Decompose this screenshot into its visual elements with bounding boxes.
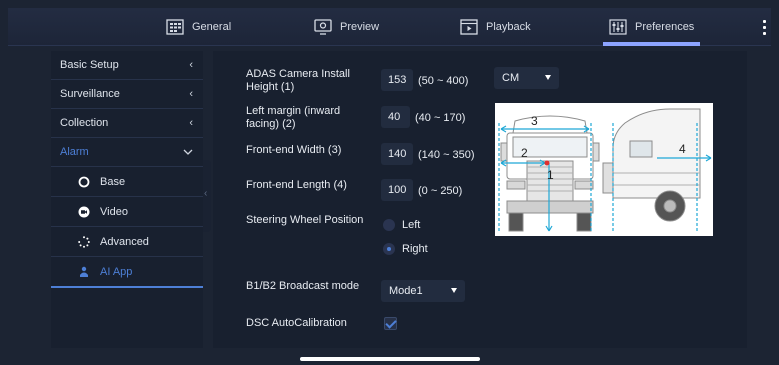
- circle-icon: [78, 176, 90, 188]
- sidebar-item-basic-setup[interactable]: Basic Setup ‹: [51, 51, 203, 80]
- chevron-left-icon: ‹: [189, 117, 193, 129]
- sidebar-item-label: Collection: [60, 117, 109, 129]
- dropdown-arrow-icon: [451, 288, 457, 293]
- front-width-label: Front-end Width (3): [246, 144, 342, 156]
- dropdown-arrow-icon: [545, 75, 551, 80]
- sidebar-subitem-label: Advanced: [100, 235, 149, 248]
- radio-label: Right: [402, 243, 428, 255]
- steering-left-radio[interactable]: Left: [383, 219, 420, 231]
- sidebar-item-label: Alarm: [60, 146, 89, 158]
- radio-dot-icon: [383, 219, 395, 231]
- sidebar-subitem-label: AI App: [100, 265, 133, 278]
- unit-select-value: CM: [502, 72, 520, 84]
- radio-dot-icon: [383, 243, 395, 255]
- camera-height-label: ADAS Camera Install Height (1): [246, 68, 350, 93]
- steering-label: Steering Wheel Position: [246, 214, 364, 226]
- broadcast-select-value: Mode1: [389, 285, 423, 297]
- diagram-label-4: 4: [679, 142, 686, 156]
- grid-icon: [166, 19, 184, 35]
- video-icon: [78, 206, 90, 218]
- tab-preferences-label: Preferences: [635, 21, 695, 33]
- tab-preview-label: Preview: [340, 21, 380, 33]
- sidebar-collapse-handle[interactable]: ‹: [203, 160, 211, 232]
- unit-select[interactable]: CM: [494, 67, 559, 89]
- sliders-icon: [609, 19, 627, 35]
- dsc-checkbox[interactable]: [384, 317, 397, 330]
- people-icon: [78, 266, 90, 278]
- sidebar: Basic Setup ‹ Surveillance ‹ Collection …: [51, 51, 203, 348]
- sidebar-subitem-label: Base: [100, 175, 126, 188]
- camera-height-range: (50 ~ 400): [418, 75, 469, 87]
- dsc-label: DSC AutoCalibration: [246, 317, 347, 329]
- front-length-label: Front-end Length (4): [246, 179, 347, 191]
- tab-playback-label: Playback: [486, 21, 531, 33]
- chevron-left-icon: ‹: [204, 188, 208, 199]
- sidebar-subitem-video[interactable]: Video: [51, 197, 203, 227]
- left-margin-label: Left margin (inward facing) (2): [246, 105, 341, 130]
- tab-playback[interactable]: Playback: [460, 8, 531, 46]
- radio-label: Left: [402, 219, 421, 231]
- tab-general[interactable]: General: [166, 8, 231, 46]
- spinner-icon: [78, 235, 90, 248]
- top-nav-bar: General Preview Playback Preferences: [8, 8, 771, 46]
- left-margin-input[interactable]: 40: [381, 106, 410, 128]
- sidebar-item-alarm[interactable]: Alarm: [51, 138, 203, 167]
- sidebar-subitem-ai-app[interactable]: AI App: [51, 257, 203, 288]
- sidebar-subitem-base[interactable]: Base: [51, 167, 203, 197]
- truck-dimension-diagram: 3 2 1 4: [495, 103, 713, 236]
- monitor-icon: [314, 19, 332, 35]
- home-indicator: [300, 357, 480, 361]
- camera-height-input[interactable]: 153: [381, 69, 413, 91]
- steering-right-radio[interactable]: Right: [383, 243, 428, 255]
- front-width-input[interactable]: 140: [381, 143, 413, 165]
- sidebar-item-surveillance[interactable]: Surveillance ‹: [51, 80, 203, 109]
- settings-panel: ADAS Camera Install Height (1) 153 (50 ~…: [213, 51, 747, 348]
- front-width-range: (140 ~ 350): [418, 149, 475, 161]
- chevron-left-icon: ‹: [189, 59, 193, 71]
- diagram-label-2: 2: [521, 146, 528, 160]
- sidebar-item-label: Surveillance: [60, 88, 120, 100]
- tab-general-label: General: [192, 21, 232, 33]
- sidebar-item-label: Basic Setup: [60, 59, 119, 71]
- diagram-label-3: 3: [531, 114, 538, 128]
- sidebar-subitem-advanced[interactable]: Advanced: [51, 227, 203, 257]
- broadcast-select[interactable]: Mode1: [381, 280, 465, 302]
- chevron-down-icon: [183, 146, 193, 158]
- front-length-input[interactable]: 100: [381, 179, 413, 201]
- tab-preview[interactable]: Preview: [314, 8, 379, 46]
- front-length-range: (0 ~ 250): [418, 185, 463, 197]
- sidebar-subitem-label: Video: [100, 205, 128, 218]
- tab-preferences[interactable]: Preferences: [602, 8, 701, 46]
- playback-icon: [460, 19, 478, 35]
- diagram-label-1: 1: [547, 168, 554, 182]
- sidebar-item-collection[interactable]: Collection ‹: [51, 109, 203, 138]
- left-margin-range: (40 ~ 170): [415, 112, 466, 124]
- broadcast-label: B1/B2 Broadcast mode: [246, 280, 360, 292]
- more-menu-icon[interactable]: [763, 20, 767, 35]
- chevron-left-icon: ‹: [189, 88, 193, 100]
